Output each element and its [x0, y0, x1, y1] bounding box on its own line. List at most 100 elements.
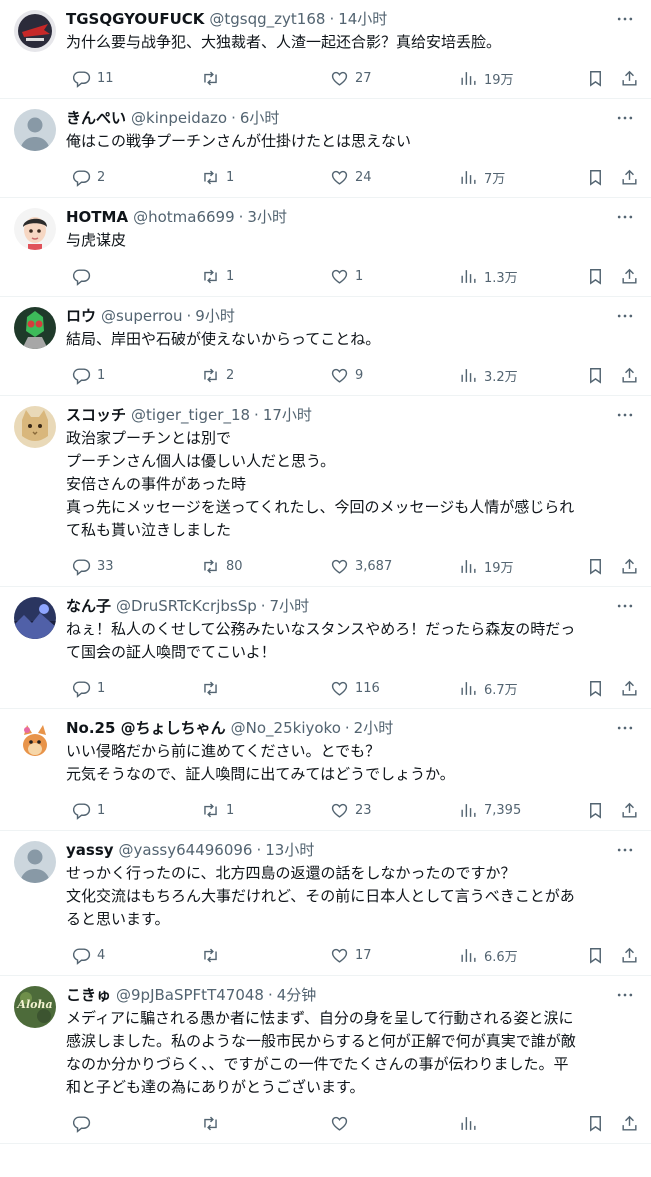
username[interactable]: @No_25kiyoko	[231, 717, 341, 739]
retweet-button[interactable]	[195, 946, 324, 965]
views-button[interactable]	[453, 1114, 580, 1133]
avatar[interactable]: Aloha	[14, 986, 56, 1028]
username[interactable]: @superrou	[101, 305, 183, 327]
timestamp[interactable]: 14小时	[338, 8, 387, 30]
reply-button[interactable]: 33	[66, 557, 195, 576]
like-button[interactable]: 9	[324, 366, 453, 385]
reply-button[interactable]: 11	[66, 69, 195, 88]
timestamp[interactable]: 13小时	[265, 839, 314, 861]
like-button[interactable]: 27	[324, 69, 453, 88]
bookmark-button[interactable]	[580, 1114, 614, 1133]
avatar[interactable]	[14, 307, 56, 349]
bookmark-button[interactable]	[580, 366, 614, 385]
reply-button[interactable]: 1	[66, 801, 195, 820]
tweet[interactable]: Aloha こきゅ @9pJBaSPFtT47048 · 4分钟 メディアに騙される愚か者…	[0, 976, 651, 1144]
more-icon[interactable]	[613, 984, 637, 1006]
retweet-button[interactable]: 80	[195, 557, 324, 576]
username[interactable]: @kinpeidazo	[131, 107, 227, 129]
timestamp[interactable]: 17小时	[263, 404, 312, 426]
views-button[interactable]: 7万	[453, 168, 580, 187]
reply-button[interactable]: 4	[66, 946, 195, 965]
display-name[interactable]: No.25 @ちょしちゃん	[66, 717, 226, 739]
more-icon[interactable]	[613, 839, 637, 861]
tweet[interactable]: スコッチ @tiger_tiger_18 · 17小时 政治家プーチンとは別で プーチンさ…	[0, 396, 651, 587]
more-icon[interactable]	[613, 595, 637, 617]
more-icon[interactable]	[613, 8, 637, 30]
more-icon[interactable]	[613, 206, 637, 228]
like-button[interactable]: 17	[324, 946, 453, 965]
reply-button[interactable]	[66, 1114, 195, 1133]
bookmark-button[interactable]	[580, 267, 614, 286]
avatar[interactable]	[14, 841, 56, 883]
like-button[interactable]: 116	[324, 679, 453, 698]
timestamp[interactable]: 4分钟	[277, 984, 317, 1006]
share-button[interactable]	[614, 801, 637, 820]
more-icon[interactable]	[613, 717, 637, 739]
avatar[interactable]	[14, 597, 56, 639]
like-button[interactable]	[324, 1114, 453, 1133]
avatar[interactable]	[14, 406, 56, 448]
display-name[interactable]: yassy	[66, 839, 114, 861]
more-icon[interactable]	[613, 404, 637, 426]
like-button[interactable]: 3,687	[324, 557, 453, 576]
like-button[interactable]: 1	[324, 267, 453, 286]
display-name[interactable]: なん子	[66, 595, 111, 617]
like-button[interactable]: 23	[324, 801, 453, 820]
username[interactable]: @DruSRTcKcrjbsSp	[116, 595, 257, 617]
tweet[interactable]: No.25 @ちょしちゃん @No_25kiyoko · 2小时 いい侵略だから前に進め…	[0, 709, 651, 831]
bookmark-button[interactable]	[580, 69, 614, 88]
username[interactable]: @tiger_tiger_18	[131, 404, 250, 426]
share-button[interactable]	[614, 946, 637, 965]
more-icon[interactable]	[613, 107, 637, 129]
username[interactable]: @tgsqg_zyt168	[209, 8, 325, 30]
bookmark-button[interactable]	[580, 557, 614, 576]
reply-button[interactable]: 1	[66, 366, 195, 385]
retweet-button[interactable]: 1	[195, 267, 324, 286]
retweet-button[interactable]: 2	[195, 366, 324, 385]
bookmark-button[interactable]	[580, 946, 614, 965]
tweet[interactable]: きんぺい @kinpeidazo · 6小时 俺はこの戦争プーチンさんが仕掛けたとは思え…	[0, 99, 651, 198]
share-button[interactable]	[614, 1114, 637, 1133]
share-button[interactable]	[614, 557, 637, 576]
bookmark-button[interactable]	[580, 679, 614, 698]
avatar[interactable]	[14, 10, 56, 52]
timestamp[interactable]: 9小时	[195, 305, 235, 327]
retweet-button[interactable]	[195, 679, 324, 698]
tweet[interactable]: ロウ @superrou · 9小时 結局、岸田や石破が使えないからってことね。 1 2 9 3…	[0, 297, 651, 396]
display-name[interactable]: きんぺい	[66, 107, 126, 129]
reply-button[interactable]: 1	[66, 679, 195, 698]
tweet[interactable]: TGSQGYOUFUCK @tgsqg_zyt168 · 14小时 为什么要与战争犯、大…	[0, 0, 651, 99]
views-button[interactable]: 6.6万	[453, 946, 580, 965]
views-button[interactable]: 19万	[453, 69, 580, 88]
retweet-button[interactable]: 1	[195, 801, 324, 820]
reply-button[interactable]	[66, 267, 195, 286]
share-button[interactable]	[614, 168, 637, 187]
display-name[interactable]: スコッチ	[66, 404, 126, 426]
timestamp[interactable]: 3小时	[247, 206, 287, 228]
views-button[interactable]: 3.2万	[453, 366, 580, 385]
timestamp[interactable]: 7小时	[270, 595, 310, 617]
tweet[interactable]: HOTMA @hotma6699 · 3小时 与虎谋皮 1 1 1.3万	[0, 198, 651, 297]
share-button[interactable]	[614, 366, 637, 385]
avatar[interactable]	[14, 109, 56, 151]
avatar[interactable]	[14, 208, 56, 250]
username[interactable]: @yassy64496096	[119, 839, 253, 861]
views-button[interactable]: 19万	[453, 557, 580, 576]
display-name[interactable]: こきゅ	[66, 984, 111, 1006]
username[interactable]: @9pJBaSPFtT47048	[116, 984, 264, 1006]
display-name[interactable]: HOTMA	[66, 206, 128, 228]
tweet[interactable]: yassy @yassy64496096 · 13小时 せっかく行ったのに、北方四島の返…	[0, 831, 651, 976]
share-button[interactable]	[614, 679, 637, 698]
bookmark-button[interactable]	[580, 168, 614, 187]
views-button[interactable]: 6.7万	[453, 679, 580, 698]
retweet-button[interactable]	[195, 1114, 324, 1133]
views-button[interactable]: 1.3万	[453, 267, 580, 286]
tweet[interactable]: なん子 @DruSRTcKcrjbsSp · 7小时 ねぇ！私人のくせして公務みたいなス…	[0, 587, 651, 709]
timestamp[interactable]: 6小时	[240, 107, 280, 129]
share-button[interactable]	[614, 267, 637, 286]
share-button[interactable]	[614, 69, 637, 88]
bookmark-button[interactable]	[580, 801, 614, 820]
views-button[interactable]: 7,395	[453, 801, 580, 820]
retweet-button[interactable]: 1	[195, 168, 324, 187]
avatar[interactable]	[14, 719, 56, 761]
